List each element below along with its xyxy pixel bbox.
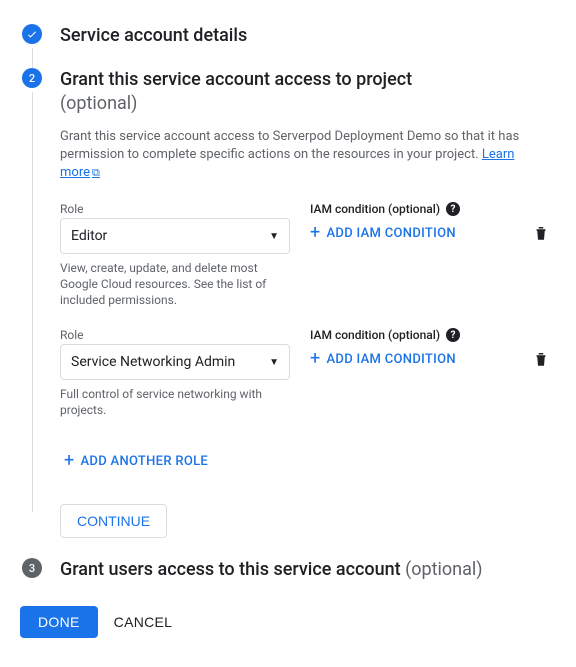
role-select-1[interactable]: Service Networking Admin ▼ <box>60 344 290 380</box>
role-value-0: Editor <box>71 228 107 244</box>
step-grant-access-project: 2 Grant this service account access to p… <box>20 68 556 558</box>
step2-title: Grant this service account access to pro… <box>60 68 556 92</box>
step3-title[interactable]: Grant users access to this service accou… <box>60 558 556 582</box>
add-iam-condition-0[interactable]: + ADD IAM CONDITION <box>310 224 512 242</box>
step2-description: Grant this service account access to Ser… <box>60 128 556 182</box>
add-iam-condition-1[interactable]: + ADD IAM CONDITION <box>310 350 512 368</box>
step-grant-users-access: 3 Grant users access to this service acc… <box>20 558 556 582</box>
role-hint-0: View, create, update, and delete most Go… <box>60 260 280 308</box>
footer-actions: DONE CANCEL <box>20 606 556 638</box>
plus-icon: + <box>64 452 75 470</box>
delete-role-1[interactable] <box>532 353 550 372</box>
step2-desc-text: Grant this service account access to Ser… <box>60 129 519 162</box>
add-iam-text-0: ADD IAM CONDITION <box>327 226 456 241</box>
step3-number: 3 <box>22 558 42 578</box>
role-row-0: Role Editor ▼ View, create, update, and … <box>60 202 556 308</box>
step3-optional: (optional) <box>405 559 482 580</box>
role-label-1: Role <box>60 328 290 342</box>
iam-label-0: IAM condition (optional) <box>310 202 440 216</box>
step2-indicator: 2 <box>20 68 44 512</box>
role-select-0[interactable]: Editor ▼ <box>60 218 290 254</box>
iam-header-0: IAM condition (optional) ? <box>310 202 512 216</box>
chevron-down-icon: ▼ <box>269 231 279 242</box>
step2-number: 2 <box>22 68 42 88</box>
done-button[interactable]: DONE <box>20 606 98 638</box>
continue-button[interactable]: CONTINUE <box>60 504 167 538</box>
help-icon[interactable]: ? <box>446 202 460 216</box>
check-icon <box>22 24 42 44</box>
add-iam-text-1: ADD IAM CONDITION <box>327 352 456 367</box>
iam-header-1: IAM condition (optional) ? <box>310 328 512 342</box>
plus-icon: + <box>310 224 321 242</box>
chevron-down-icon: ▼ <box>269 357 279 368</box>
add-another-role-button[interactable]: + ADD ANOTHER ROLE <box>60 446 212 476</box>
role-label-0: Role <box>60 202 290 216</box>
iam-label-1: IAM condition (optional) <box>310 328 440 342</box>
step1-title[interactable]: Service account details <box>60 24 556 48</box>
role-value-1: Service Networking Admin <box>71 354 235 370</box>
step-service-account-details: Service account details <box>20 24 556 68</box>
step3-title-text: Grant users access to this service accou… <box>60 559 405 580</box>
delete-role-0[interactable] <box>532 227 550 246</box>
external-link-icon: ⧉ <box>92 166 100 179</box>
step2-optional: (optional) <box>60 92 556 116</box>
add-role-text: ADD ANOTHER ROLE <box>81 454 209 469</box>
role-hint-1: Full control of service networking with … <box>60 386 280 418</box>
role-row-1: Role Service Networking Admin ▼ Full con… <box>60 328 556 418</box>
help-icon[interactable]: ? <box>446 328 460 342</box>
cancel-button[interactable]: CANCEL <box>114 606 173 638</box>
step2-title-text: Grant this service account access to pro… <box>60 69 412 90</box>
plus-icon: + <box>310 350 321 368</box>
step3-indicator: 3 <box>20 558 44 578</box>
step1-indicator <box>20 24 44 68</box>
